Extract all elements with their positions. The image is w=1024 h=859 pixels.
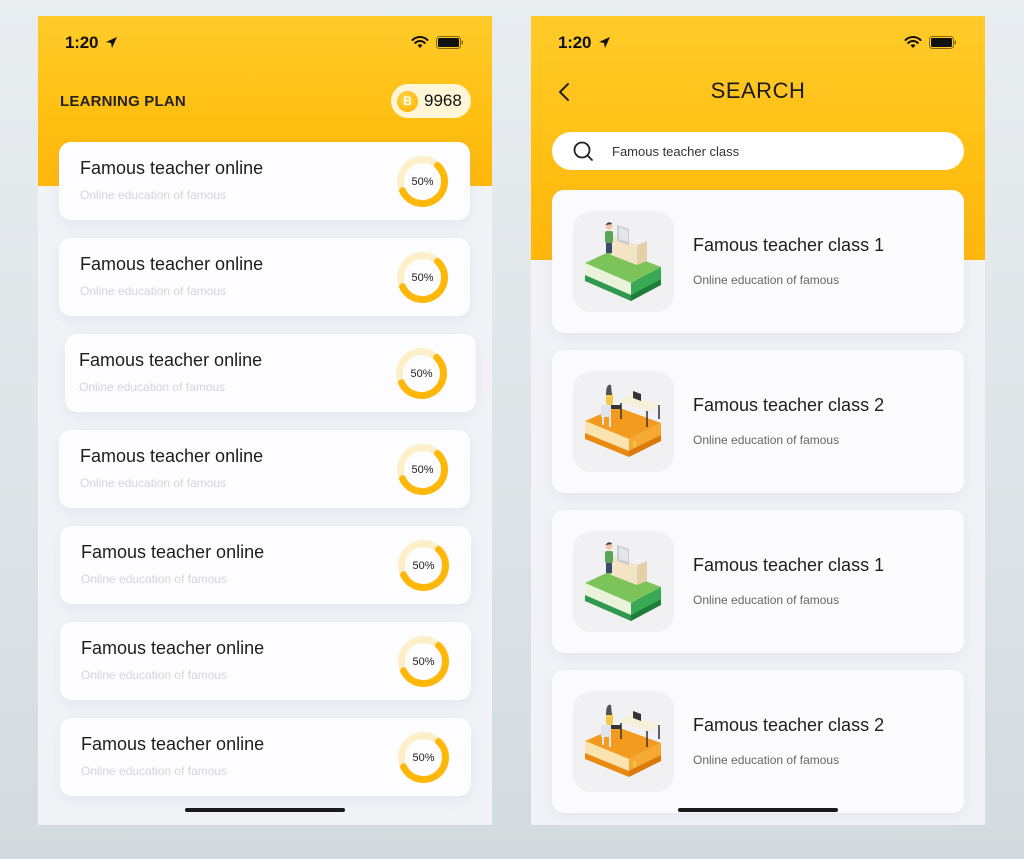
- coin-count: 9968: [424, 91, 462, 110]
- plan-card[interactable]: Famous teacher online Online education o…: [59, 430, 470, 508]
- status-bar: 1:20: [38, 16, 492, 68]
- search-input[interactable]: [612, 143, 912, 159]
- status-time: 1:20: [558, 33, 592, 52]
- progress-label: 50%: [412, 751, 435, 764]
- home-indicator[interactable]: [185, 808, 345, 812]
- coin-icon: B: [397, 90, 418, 112]
- plan-subtitle: Online education of famous: [80, 476, 227, 490]
- progress-label: 50%: [412, 559, 435, 572]
- battery-icon: [929, 36, 956, 49]
- plan-title: Famous teacher online: [81, 542, 265, 562]
- page-title: LEARNING PLAN: [60, 93, 186, 110]
- plan-title: Famous teacher online: [79, 350, 263, 370]
- progress-label: 50%: [411, 271, 434, 284]
- progress-ring: 50%: [396, 538, 451, 593]
- plan-subtitle: Online education of famous: [79, 380, 226, 394]
- plan-card[interactable]: Famous teacher online Online education o…: [60, 718, 471, 796]
- progress-label: 50%: [410, 367, 433, 380]
- plan-card[interactable]: Famous teacher online Online education o…: [59, 142, 470, 220]
- result-subtitle: Online education of famous: [693, 433, 840, 447]
- result-subtitle: Online education of famous: [693, 593, 840, 607]
- search-bar[interactable]: [552, 132, 964, 170]
- plan-card[interactable]: Famous teacher online Online education o…: [60, 526, 471, 604]
- plan-subtitle: Online education of famous: [81, 572, 228, 586]
- search-icon: [573, 141, 593, 161]
- progress-label: 50%: [411, 175, 434, 188]
- class-thumbnail: [573, 691, 674, 792]
- progress-ring: 50%: [396, 730, 451, 785]
- result-title: Famous teacher class 2: [693, 715, 885, 735]
- result-subtitle: Online education of famous: [693, 273, 840, 287]
- plan-title: Famous teacher online: [80, 254, 264, 274]
- result-subtitle: Online education of famous: [693, 753, 840, 767]
- class-thumbnail: [573, 211, 674, 312]
- learning-plan-screen: 1:20 LEARNING PLAN B 9968 Famous teacher…: [38, 16, 492, 825]
- status-bar: 1:20: [531, 16, 985, 68]
- plan-subtitle: Online education of famous: [81, 764, 228, 778]
- progress-ring: 50%: [394, 346, 449, 401]
- orange-book-desk-illustration: [585, 384, 661, 457]
- wifi-icon: [411, 36, 429, 48]
- result-card[interactable]: Famous teacher class 2 Online education …: [552, 670, 964, 813]
- progress-label: 50%: [411, 463, 434, 476]
- battery-icon: [436, 36, 463, 49]
- result-title: Famous teacher class 1: [693, 555, 885, 575]
- plan-subtitle: Online education of famous: [80, 284, 227, 298]
- class-thumbnail: [573, 531, 674, 632]
- progress-ring: 50%: [395, 250, 450, 305]
- search-screen: 1:20 SEARCH Famous teacher class Famous …: [531, 16, 985, 825]
- orange-book-desk-illustration: [585, 704, 661, 777]
- class-thumbnail: [573, 371, 674, 472]
- location-arrow-icon: [106, 37, 117, 48]
- progress-ring: 50%: [395, 442, 450, 497]
- coin-balance-badge[interactable]: B 9968: [391, 84, 471, 118]
- result-card[interactable]: Famous teacher class 1 Online education …: [552, 510, 964, 653]
- status-time: 1:20: [65, 33, 99, 52]
- plan-title: Famous teacher online: [80, 446, 264, 466]
- progress-ring: 50%: [395, 154, 450, 209]
- home-indicator[interactable]: [678, 808, 838, 812]
- green-book-desk-illustration: [585, 222, 661, 301]
- location-arrow-icon: [599, 37, 610, 48]
- result-title: Famous teacher class 2: [693, 395, 885, 415]
- plan-title: Famous teacher online: [81, 638, 265, 658]
- plan-title: Famous teacher online: [81, 734, 265, 754]
- page-title: SEARCH: [710, 78, 806, 103]
- plan-card[interactable]: Famous teacher online Online education o…: [65, 334, 476, 412]
- plan-subtitle: Online education of famous: [81, 668, 228, 682]
- progress-ring: 50%: [396, 634, 451, 689]
- plan-title: Famous teacher online: [80, 158, 264, 178]
- result-title: Famous teacher class 1: [693, 235, 885, 255]
- green-book-desk-illustration: [585, 542, 661, 621]
- result-card[interactable]: Famous teacher class 1 Online education …: [552, 190, 964, 333]
- progress-label: 50%: [412, 655, 435, 668]
- plan-card[interactable]: Famous teacher online Online education o…: [59, 238, 470, 316]
- plan-card[interactable]: Famous teacher online Online education o…: [60, 622, 471, 700]
- result-card[interactable]: Famous teacher class 2 Online education …: [552, 350, 964, 493]
- plan-subtitle: Online education of famous: [80, 188, 227, 202]
- wifi-icon: [904, 36, 922, 48]
